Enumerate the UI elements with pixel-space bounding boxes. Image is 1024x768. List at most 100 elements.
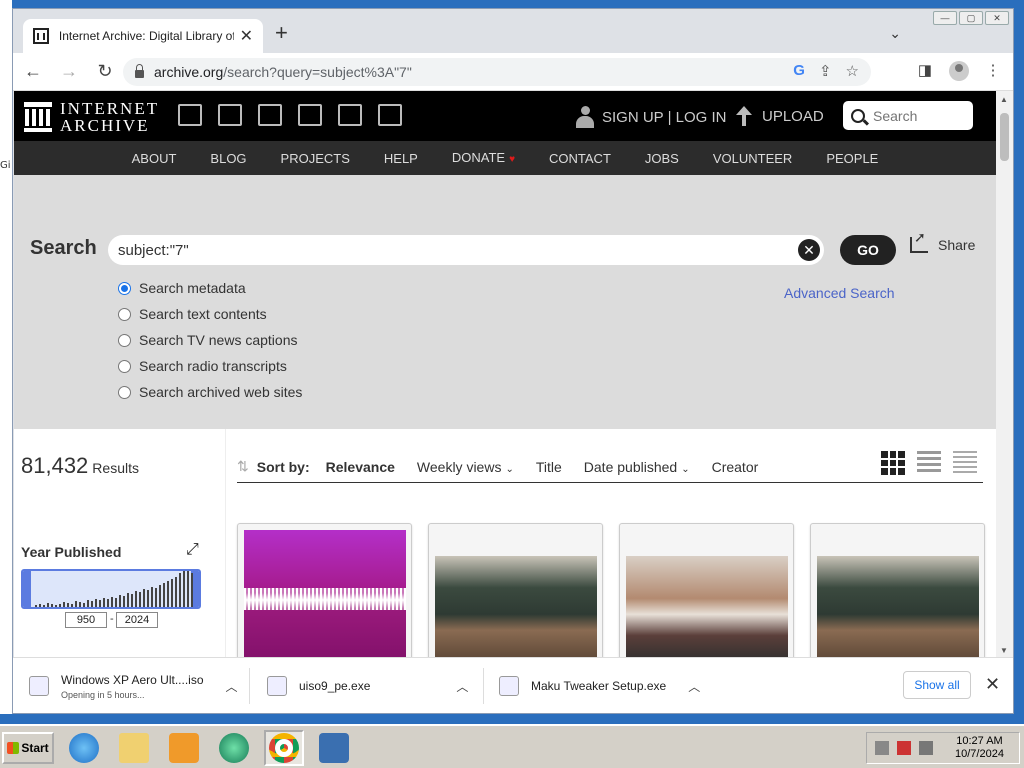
- sort-creator[interactable]: Creator: [712, 459, 759, 475]
- nav-blog[interactable]: BLOG: [210, 151, 246, 166]
- show-all-button[interactable]: Show all: [903, 671, 971, 699]
- scrollbar-thumb[interactable]: [1000, 113, 1009, 161]
- sort-weekly-views[interactable]: Weekly views ⌄: [417, 459, 514, 475]
- search-query-input[interactable]: [118, 241, 778, 259]
- ie-icon[interactable]: [64, 730, 104, 766]
- clock[interactable]: 10:27 AM 10/7/2024: [955, 735, 1004, 761]
- chevron-up-icon[interactable]: ︿: [226, 678, 238, 695]
- go-button[interactable]: GO: [840, 235, 896, 265]
- sort-direction-icon[interactable]: ⇅: [237, 458, 249, 475]
- network-icon[interactable]: [875, 741, 889, 755]
- option-radio[interactable]: Search radio transcripts: [118, 353, 302, 379]
- histogram-min-handle[interactable]: [23, 571, 31, 607]
- radio[interactable]: [118, 307, 131, 321]
- option-web[interactable]: Search archived web sites: [118, 379, 302, 405]
- web-icon[interactable]: [178, 104, 202, 126]
- result-card[interactable]: [810, 523, 985, 657]
- share-page-icon[interactable]: ⇪: [819, 62, 832, 80]
- exe-file-icon: [267, 676, 287, 696]
- header-search[interactable]: [843, 101, 973, 130]
- advanced-search-link[interactable]: Advanced Search: [784, 285, 895, 301]
- divider: [249, 668, 250, 704]
- option-metadata[interactable]: Search metadata: [118, 275, 302, 301]
- software-icon[interactable]: [338, 104, 362, 126]
- scroll-down-icon[interactable]: ▼: [1000, 646, 1008, 655]
- header-search-input[interactable]: [873, 107, 963, 124]
- minimize-icon[interactable]: —: [933, 11, 957, 25]
- download-item[interactable]: uiso9_pe.exe ︿: [267, 668, 468, 704]
- browser-tab[interactable]: Internet Archive: Digital Library of F ✕: [23, 19, 263, 53]
- profile-avatar[interactable]: [949, 61, 969, 81]
- kebab-menu-icon[interactable]: ⋮: [983, 61, 1003, 81]
- nav-volunteer[interactable]: VOLUNTEER: [713, 151, 792, 166]
- upload-link[interactable]: UPLOAD: [736, 106, 824, 126]
- compact-view-icon[interactable]: [953, 451, 977, 475]
- folder-icon[interactable]: [114, 730, 154, 766]
- search-box[interactable]: ✕: [108, 235, 824, 265]
- chevron-up-icon[interactable]: ︿: [456, 678, 468, 695]
- nav-jobs[interactable]: JOBS: [645, 151, 679, 166]
- images-icon[interactable]: [378, 104, 402, 126]
- year-to-input[interactable]: 2024: [116, 612, 158, 628]
- chrome-icon[interactable]: [264, 730, 304, 766]
- maximize-icon[interactable]: ▢: [959, 11, 983, 25]
- share-button[interactable]: Share: [910, 229, 975, 253]
- sort-date-published[interactable]: Date published ⌄: [584, 459, 690, 475]
- page-scrollbar[interactable]: ▲ ▼: [996, 91, 1013, 657]
- radio-selected[interactable]: [118, 281, 131, 295]
- volume-muted-icon[interactable]: [897, 741, 911, 755]
- grid-view-icon[interactable]: [881, 451, 905, 475]
- list-view-icon[interactable]: [917, 451, 941, 475]
- google-icon[interactable]: G: [793, 62, 805, 80]
- address-bar[interactable]: archive.org/search?query=subject%3A"7" G…: [123, 58, 871, 86]
- year-from-input[interactable]: 950: [65, 612, 107, 628]
- scroll-up-icon[interactable]: ▲: [1000, 95, 1008, 104]
- nav-about[interactable]: ABOUT: [132, 151, 177, 166]
- radio[interactable]: [118, 333, 131, 347]
- lecture-hall-thumbnail: [435, 556, 597, 657]
- clear-search-icon[interactable]: ✕: [798, 239, 820, 261]
- video-icon[interactable]: [258, 104, 282, 126]
- option-label: Search radio transcripts: [139, 358, 287, 374]
- globe-app-icon[interactable]: [214, 730, 254, 766]
- tab-search-chevron-icon[interactable]: ⌄: [889, 25, 901, 42]
- ia-logo[interactable]: INTERNET ARCHIVE: [24, 100, 159, 134]
- radio[interactable]: [118, 385, 131, 399]
- nav-people[interactable]: PEOPLE: [826, 151, 878, 166]
- new-tab-icon[interactable]: +: [275, 22, 288, 44]
- sort-relevance[interactable]: Relevance: [326, 459, 395, 475]
- expand-icon[interactable]: ⤢: [186, 541, 199, 559]
- radio[interactable]: [118, 359, 131, 373]
- virtualbox-icon[interactable]: [314, 730, 354, 766]
- back-icon[interactable]: ←: [17, 61, 49, 82]
- result-card[interactable]: [237, 523, 412, 657]
- chevron-up-icon[interactable]: ︿: [688, 678, 700, 695]
- nav-donate[interactable]: DONATE: [452, 150, 505, 165]
- flag-tray-icon[interactable]: [919, 741, 933, 755]
- media-player-icon[interactable]: [164, 730, 204, 766]
- option-text[interactable]: Search text contents: [118, 301, 302, 327]
- nav-help[interactable]: HELP: [384, 151, 418, 166]
- year-histogram[interactable]: [21, 569, 201, 609]
- result-card[interactable]: [428, 523, 603, 657]
- result-card[interactable]: [619, 523, 794, 657]
- nav-projects[interactable]: PROJECTS: [281, 151, 350, 166]
- audio-icon[interactable]: [298, 104, 322, 126]
- sort-title[interactable]: Title: [536, 459, 562, 475]
- download-item[interactable]: Windows XP Aero Ult....iso Opening in 5 h…: [29, 668, 238, 704]
- reload-icon[interactable]: ↻: [89, 61, 121, 82]
- option-tv[interactable]: Search TV news captions: [118, 327, 302, 353]
- nav-contact[interactable]: CONTACT: [549, 151, 611, 166]
- start-button[interactable]: Start: [2, 732, 54, 764]
- forward-icon[interactable]: →: [53, 61, 85, 82]
- signup-login-link[interactable]: SIGN UP | LOG IN: [576, 106, 726, 128]
- year-published-title: Year Published: [21, 544, 122, 560]
- side-panel-icon[interactable]: ◨: [915, 61, 935, 81]
- close-shelf-icon[interactable]: ✕: [985, 674, 1000, 695]
- bookmark-star-icon[interactable]: ☆: [846, 62, 859, 80]
- texts-icon[interactable]: [218, 104, 242, 126]
- close-tab-icon[interactable]: ✕: [240, 26, 253, 46]
- exe-file-icon: [499, 676, 519, 696]
- close-window-icon[interactable]: ✕: [985, 11, 1009, 25]
- download-item[interactable]: Maku Tweaker Setup.exe ︿: [499, 668, 700, 704]
